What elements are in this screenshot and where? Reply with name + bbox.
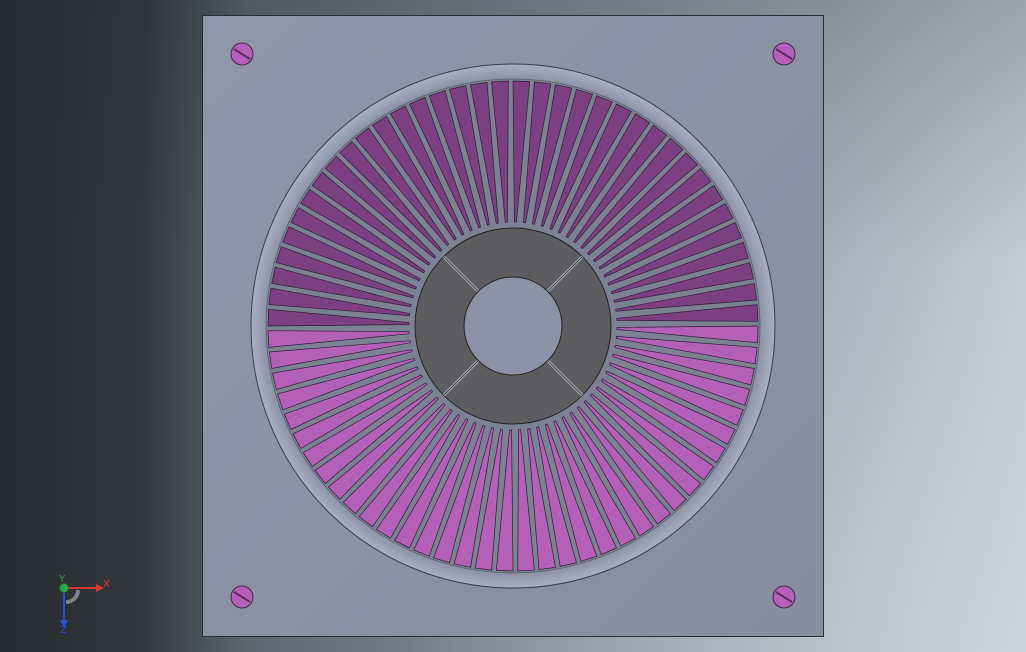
hub-bore[interactable] bbox=[463, 276, 563, 376]
z-axis-label: Z bbox=[60, 625, 67, 634]
mounting-screw[interactable] bbox=[230, 42, 254, 66]
coordinate-triad: X Y Z bbox=[58, 574, 110, 634]
cad-graphics-area[interactable] bbox=[0, 0, 1026, 652]
mounting-screw[interactable] bbox=[772, 42, 796, 66]
x-axis-label: X bbox=[103, 579, 110, 590]
mounting-screw[interactable] bbox=[772, 585, 796, 609]
triad-arc bbox=[65, 589, 80, 604]
mounting-screw[interactable] bbox=[230, 585, 254, 609]
y-axis-label: Y bbox=[58, 574, 66, 585]
